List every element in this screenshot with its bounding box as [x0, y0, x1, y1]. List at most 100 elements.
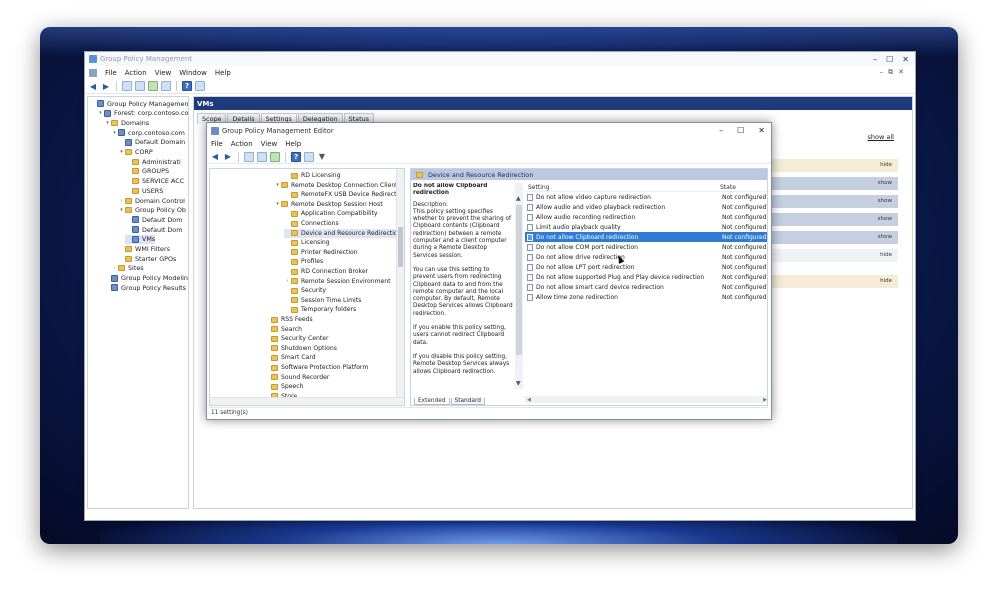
menu-view[interactable]: View — [155, 69, 172, 77]
expand-chevron-icon[interactable]: › — [118, 198, 125, 204]
column-setting[interactable]: Setting — [525, 184, 710, 191]
expand-chevron-icon[interactable]: ▾ — [274, 182, 281, 188]
up-folder-icon[interactable] — [122, 81, 132, 91]
scroll-up-icon[interactable]: ▲ — [516, 195, 521, 202]
properties-icon[interactable] — [195, 81, 205, 91]
expand-chevron-icon[interactable]: ▾ — [104, 120, 111, 126]
expand-chevron-icon[interactable]: › — [284, 278, 291, 284]
gpme-tree-node[interactable]: Smart Card — [264, 353, 316, 362]
tree-vertical-scrollbar[interactable] — [396, 169, 404, 405]
filter-icon[interactable]: ▼ — [317, 152, 327, 162]
scroll-right-icon[interactable]: ▶ — [763, 397, 767, 403]
show-hide-tree-icon[interactable] — [135, 81, 145, 91]
gpme-export-icon[interactable] — [270, 151, 280, 162]
setting-row[interactable]: Do not allow Clipboard redirection Not co… — [525, 232, 767, 243]
gpme-tree-node[interactable]: ▾ Remote Desktop Session Host — [274, 200, 382, 209]
gpme-show-hide-tree-icon[interactable] — [257, 151, 267, 162]
refresh-icon[interactable] — [148, 81, 158, 91]
gpme-menu-view[interactable]: View — [261, 140, 278, 148]
export-list-icon[interactable] — [161, 81, 171, 91]
gpme-tree-node[interactable]: RD Connection Broker — [284, 267, 368, 276]
menu-window[interactable]: Window — [179, 69, 207, 77]
gpm-tree-node[interactable]: VMs — [125, 234, 156, 244]
description-scrollbar[interactable]: ▲ ▼ — [515, 183, 523, 389]
gpm-tree-node[interactable]: › Domain Control — [118, 196, 185, 205]
gpm-tree-node[interactable]: ▾ corp.contoso.com — [111, 128, 185, 137]
minimize-button[interactable]: – — [873, 55, 877, 64]
gpme-tree-node[interactable]: RSS Feeds — [264, 315, 313, 324]
expand-chevron-icon[interactable]: ▾ — [274, 201, 281, 207]
expand-chevron-icon[interactable]: ▾ — [118, 207, 125, 213]
gpme-properties-icon[interactable] — [304, 151, 314, 162]
maximize-button[interactable]: ☐ — [886, 55, 893, 64]
gpme-tree-node[interactable]: Device and Resource Redirection — [284, 228, 404, 238]
help-icon[interactable]: ? — [182, 81, 192, 91]
show-all-link[interactable]: show all — [868, 133, 894, 141]
gpme-tree-node[interactable]: Profiles — [284, 257, 323, 266]
setting-row[interactable]: Do not allow supported Plug and Play dev… — [525, 273, 767, 283]
gpm-tree-node[interactable]: Default Dom — [125, 225, 182, 234]
gpme-tree-node[interactable]: Temporary folders — [284, 305, 356, 314]
setting-row[interactable]: Do not allow COM port redirection Not con… — [525, 242, 767, 252]
gpm-tree-node[interactable]: Administrati — [125, 157, 181, 166]
gpm-tree-node[interactable]: Default Dom — [125, 215, 182, 224]
gpme-up-folder-icon[interactable] — [244, 151, 254, 162]
gpme-tree-node[interactable]: Shutdown Options — [264, 344, 337, 353]
close-button[interactable]: ✕ — [902, 55, 909, 64]
gpme-tree-node[interactable]: Application Compatibility — [284, 209, 378, 218]
gpme-tree-node[interactable]: Session Time Limits — [284, 296, 361, 305]
settings-horizontal-scrollbar[interactable]: ◀ ▶ — [525, 396, 767, 403]
gpme-forward-arrow-icon[interactable]: ▶ — [223, 152, 233, 162]
expand-chevron-icon[interactable]: ▾ — [111, 130, 118, 136]
gpme-tree-node[interactable]: Licensing — [284, 238, 330, 247]
gpm-tree-node[interactable]: ▾ Forest: corp.contoso.com — [97, 109, 188, 118]
tab-extended[interactable]: Extended — [414, 398, 450, 405]
setting-row[interactable]: Do not allow LPT port redirection Not con… — [525, 263, 767, 273]
expand-chevron-icon[interactable]: ▾ — [97, 110, 104, 116]
gpme-tree-node[interactable]: RemoteFX USB Device Redirection — [284, 190, 404, 199]
gpm-tree-node[interactable]: Group Policy Results — [104, 283, 186, 292]
scroll-down-icon[interactable]: ▼ — [516, 380, 521, 387]
gpme-tree-node[interactable]: Sound Recorder — [264, 373, 329, 382]
gpme-menu-help[interactable]: Help — [285, 140, 301, 148]
gpme-back-arrow-icon[interactable]: ◀ — [210, 152, 220, 162]
back-arrow-icon[interactable]: ◀ — [88, 81, 98, 91]
gpme-tree-node[interactable]: Speech — [264, 382, 303, 391]
gpme-tree-node[interactable]: Connections — [284, 219, 339, 228]
gpm-tree-node[interactable]: Starter GPOs — [118, 254, 176, 263]
gpme-tree-node[interactable]: Search — [264, 325, 302, 334]
menu-help[interactable]: Help — [215, 69, 231, 77]
gpm-tree-node[interactable]: USERS — [125, 186, 163, 195]
gpm-tree-node[interactable]: ▾ Group Policy Ob — [118, 206, 186, 215]
expand-chevron-icon[interactable]: ▾ — [118, 149, 125, 155]
gpm-tree-node[interactable]: ▾ CORP — [118, 148, 153, 157]
column-state[interactable]: State — [710, 184, 736, 191]
setting-row[interactable]: Do not allow video capture redirection No… — [525, 192, 767, 202]
setting-row[interactable]: Allow time zone redirection Not configure… — [525, 293, 767, 303]
gpme-minimize-button[interactable]: – — [719, 126, 723, 135]
gpme-tree-node[interactable]: ▾ Remote Desktop Connection Client — [274, 181, 397, 190]
gpm-tree-node[interactable]: ▾ Domains — [104, 118, 149, 127]
tab-standard[interactable]: Standard — [450, 398, 485, 405]
gpme-menu-file[interactable]: File — [211, 140, 223, 148]
expand-chevron-icon[interactable]: › — [111, 265, 118, 271]
gpm-tree-node[interactable]: Group Policy Management — [90, 99, 188, 108]
gpme-tree-node[interactable]: › Remote Session Environment — [284, 277, 391, 286]
scrollbar-thumb[interactable] — [398, 227, 403, 267]
gpm-tree-node[interactable]: GROUPS — [125, 167, 169, 176]
gpme-tree-node[interactable]: Security Center — [264, 334, 328, 343]
gpm-tree-node[interactable]: › Sites — [111, 264, 144, 273]
gpm-tree-node[interactable]: Default Domain — [118, 138, 185, 147]
gpme-close-button[interactable]: ✕ — [758, 126, 765, 135]
forward-arrow-icon[interactable]: ▶ — [101, 81, 111, 91]
gpme-maximize-button[interactable]: ☐ — [737, 126, 744, 135]
setting-row[interactable]: Limit audio playback quality Not configur… — [525, 222, 767, 232]
setting-row[interactable]: Allow audio recording redirection Not con… — [525, 212, 767, 222]
setting-row[interactable]: Allow audio and video playback redirecti… — [525, 202, 767, 212]
gpm-tree-node[interactable]: Group Policy Modeling — [104, 274, 188, 283]
gpme-tree-node[interactable]: Printer Redirection — [284, 248, 358, 257]
scrollbar-thumb[interactable] — [516, 205, 522, 355]
gpm-tree-node[interactable]: SERVICE ACC — [125, 177, 184, 186]
scroll-left-icon[interactable]: ◀ — [527, 397, 531, 403]
menu-action[interactable]: Action — [125, 69, 147, 77]
